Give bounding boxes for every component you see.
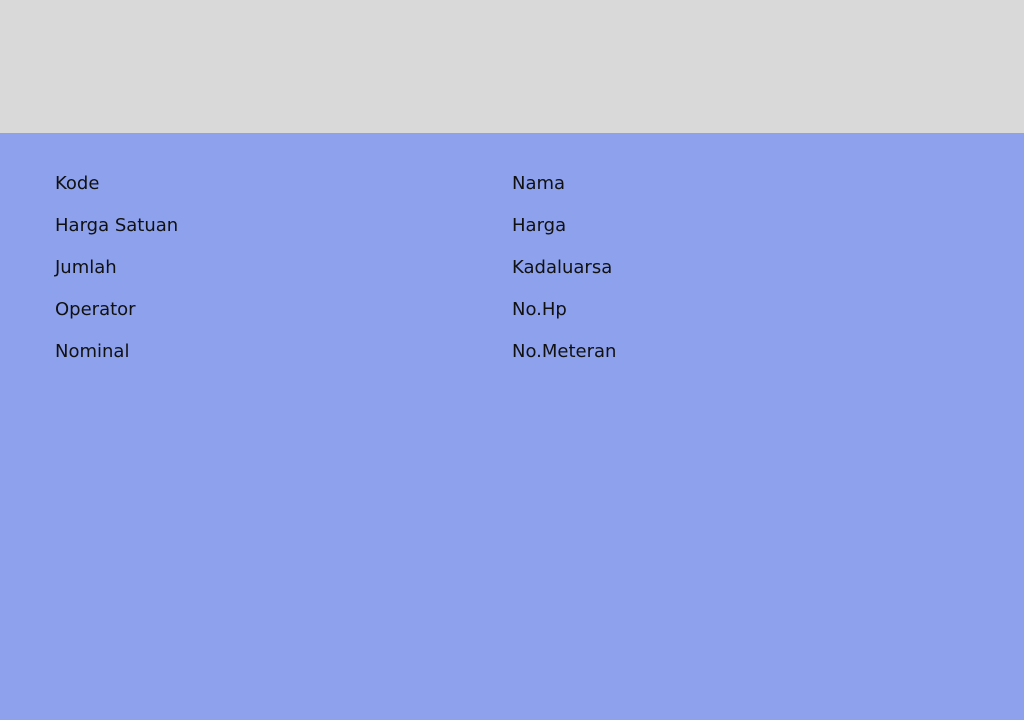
form-panel: Kode Harga Satuan Jumlah Operator Nomina… <box>0 133 1024 720</box>
label-nama: Nama <box>512 173 566 194</box>
label-no-meteran: No.Meteran <box>512 341 617 362</box>
header-panel <box>0 0 1024 133</box>
label-no-hp: No.Hp <box>512 299 567 320</box>
app-window: Kode Harga Satuan Jumlah Operator Nomina… <box>0 0 1024 720</box>
form-column-left: Kode Harga Satuan Jumlah Operator Nomina… <box>55 171 455 381</box>
label-kode: Kode <box>55 173 100 194</box>
label-kadaluarsa: Kadaluarsa <box>512 257 613 278</box>
label-jumlah: Jumlah <box>55 257 117 278</box>
label-harga: Harga <box>512 215 567 236</box>
form-column-right: Nama Harga Kadaluarsa No.Hp No.Meteran <box>512 171 912 381</box>
label-operator: Operator <box>55 299 136 320</box>
label-harga-satuan: Harga Satuan <box>55 215 179 236</box>
label-nominal: Nominal <box>55 341 130 362</box>
